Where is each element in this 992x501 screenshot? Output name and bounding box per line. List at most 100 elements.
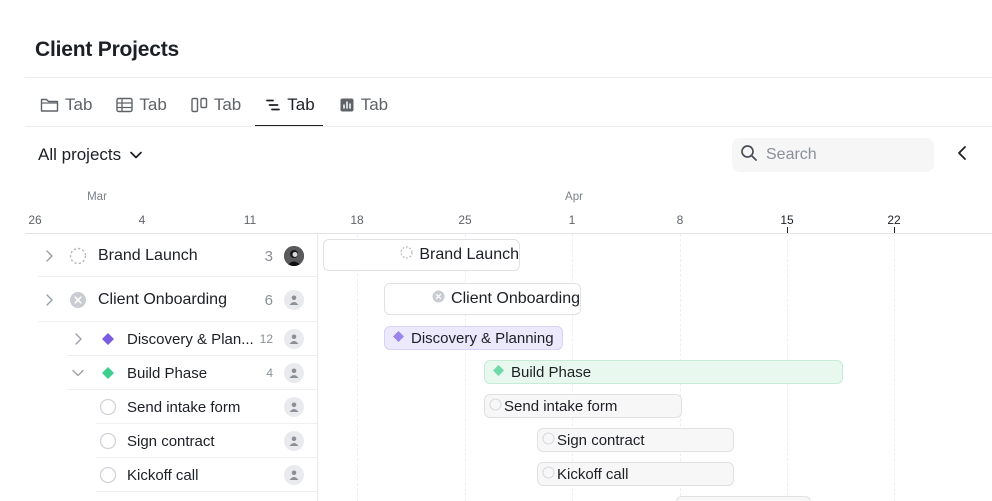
todo-status-icon[interactable] xyxy=(99,432,117,450)
gantt-bar[interactable] xyxy=(676,496,811,501)
row-divider xyxy=(96,491,317,492)
bar-label: Client Onboarding xyxy=(451,290,580,307)
tab-timeline[interactable]: Tab xyxy=(255,84,324,127)
day-label: 26 xyxy=(28,213,42,227)
milestone-diamond-icon[interactable] xyxy=(99,330,117,348)
folder-icon xyxy=(40,97,59,113)
title-divider xyxy=(25,77,992,78)
view-tabs: Tab Tab Tab Tab Tab xyxy=(38,84,410,128)
avatar[interactable] xyxy=(284,397,304,417)
month-label: Mar xyxy=(87,191,107,203)
todo-status-icon[interactable] xyxy=(99,398,117,416)
user-icon xyxy=(289,436,299,446)
gantt-bar[interactable]: Send intake form xyxy=(484,394,682,418)
gridline xyxy=(465,234,466,501)
day-label: 4 xyxy=(138,213,146,227)
day-label: 11 xyxy=(243,213,257,227)
row-label: Client Onboarding xyxy=(98,291,227,308)
day-label: 22 xyxy=(887,213,901,227)
board-icon xyxy=(191,97,208,113)
list-item[interactable]: Sign contract xyxy=(0,424,317,458)
row-label: Sign contract xyxy=(127,432,215,450)
search-box[interactable] xyxy=(732,138,934,172)
gantt-bar[interactable]: Sign contract xyxy=(537,428,734,452)
chevron-right-icon[interactable] xyxy=(42,293,56,307)
search-input[interactable] xyxy=(766,146,916,164)
day-label: 18 xyxy=(350,213,364,227)
in-progress-status-icon[interactable] xyxy=(69,247,87,265)
bar-label: Send intake form xyxy=(504,397,618,415)
gridline xyxy=(894,234,895,501)
todo-status-icon xyxy=(542,431,555,449)
gantt-bar[interactable]: Discovery & Planning xyxy=(384,326,563,350)
panel-split xyxy=(317,234,318,501)
day-label: 15 xyxy=(780,213,794,227)
item-count: 12 xyxy=(259,332,273,346)
cancelled-status-icon xyxy=(432,290,445,308)
gantt-bar[interactable]: Build Phase xyxy=(484,360,843,384)
search-icon xyxy=(740,144,758,167)
list-item[interactable]: Build Phase 4 xyxy=(0,356,317,390)
bar-label: Kickoff call xyxy=(557,465,629,483)
avatar[interactable] xyxy=(284,290,304,310)
avatar[interactable] xyxy=(284,431,304,451)
tab-label: Tab xyxy=(139,95,167,114)
table-icon xyxy=(116,97,134,113)
avatar[interactable] xyxy=(284,246,304,266)
chart-icon xyxy=(339,97,355,113)
gridline xyxy=(357,234,358,501)
list-item[interactable]: Client Onboarding 6 xyxy=(0,283,317,317)
avatar[interactable] xyxy=(284,329,304,349)
list-item[interactable]: Send intake form xyxy=(0,390,317,424)
item-count: 4 xyxy=(266,366,273,380)
bar-label: Build Phase xyxy=(511,363,592,381)
tab-table[interactable]: Tab xyxy=(114,84,168,126)
user-icon xyxy=(289,295,299,305)
chevron-down-icon xyxy=(129,145,143,165)
scope-dropdown[interactable]: All projects xyxy=(38,142,143,168)
avatar[interactable] xyxy=(284,363,304,383)
avatar[interactable] xyxy=(284,465,304,485)
cancelled-status-icon[interactable] xyxy=(69,291,87,309)
gantt-bar[interactable]: Client Onboarding xyxy=(384,283,581,315)
chevron-right-icon[interactable] xyxy=(71,332,85,346)
in-progress-status-icon xyxy=(400,246,413,264)
row-label: Discovery & Plan... xyxy=(127,330,254,348)
timeline-icon xyxy=(265,97,281,113)
todo-status-icon xyxy=(489,397,502,415)
gantt-bar[interactable]: Brand Launch xyxy=(323,239,520,271)
chevron-left-icon xyxy=(957,145,967,166)
milestone-diamond-icon[interactable] xyxy=(99,364,117,382)
gantt-bar[interactable]: Kickoff call xyxy=(537,462,734,486)
page-title: Client Projects xyxy=(35,38,180,61)
collapse-panel-button[interactable] xyxy=(950,142,974,168)
item-count: 3 xyxy=(264,247,273,265)
scope-label: All projects xyxy=(38,145,122,164)
chevron-down-icon[interactable] xyxy=(71,366,85,380)
list-item[interactable]: Kickoff call xyxy=(0,458,317,492)
list-item[interactable]: Brand Launch 3 xyxy=(0,239,317,273)
bar-label: Discovery & Planning xyxy=(411,329,554,347)
tab-label: Tab xyxy=(360,95,389,114)
timeline-header: Mar Apr 26 4 11 18 25 1 8 15 22 xyxy=(0,186,992,234)
user-icon xyxy=(289,334,299,344)
day-label: 1 xyxy=(568,213,576,227)
tab-label: Tab xyxy=(287,95,315,114)
item-count: 6 xyxy=(264,291,273,309)
header-divider xyxy=(25,233,992,234)
row-label: Build Phase xyxy=(127,364,208,382)
user-icon xyxy=(289,470,299,480)
tab-chart[interactable]: Tab xyxy=(337,84,390,126)
row-label: Send intake form xyxy=(127,398,241,416)
user-icon xyxy=(289,402,299,412)
bar-label: Brand Launch xyxy=(419,246,519,263)
milestone-diamond-icon xyxy=(392,330,405,347)
list-item[interactable]: Discovery & Plan... 12 xyxy=(0,322,317,356)
todo-status-icon[interactable] xyxy=(99,466,117,484)
tabs-divider xyxy=(25,126,992,127)
chevron-right-icon[interactable] xyxy=(42,249,56,263)
tab-board[interactable]: Tab xyxy=(189,84,243,126)
row-label: Kickoff call xyxy=(127,466,199,484)
tab-files[interactable]: Tab xyxy=(38,84,94,126)
milestone-diamond-icon xyxy=(492,364,505,381)
